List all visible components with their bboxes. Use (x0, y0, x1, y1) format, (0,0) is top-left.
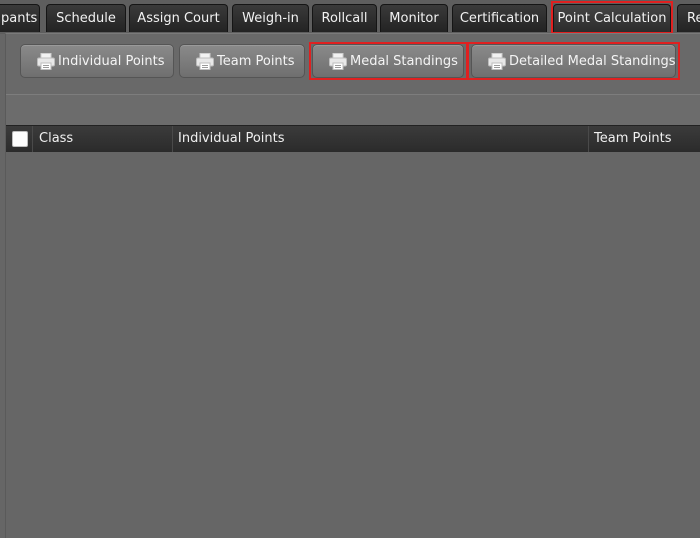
button-label: Medal Standings (350, 54, 458, 69)
tab-label: pants (1, 11, 38, 26)
column-label: Class (39, 131, 74, 146)
printer-icon (196, 53, 214, 70)
tab-assign-court[interactable]: Assign Court (129, 4, 228, 32)
app-frame: pants Schedule Assign Court Weigh-in Rol… (0, 0, 700, 538)
tab-label: Schedule (56, 11, 116, 26)
tab-participants[interactable]: pants (0, 4, 40, 32)
column-header-class[interactable]: Class (32, 126, 172, 152)
tab-label: Certification (459, 11, 540, 26)
tab-label: Point Calculation (557, 11, 667, 26)
tab-label: Re (687, 11, 700, 26)
detailed-medal-standings-button[interactable]: Detailed Medal Standings (471, 44, 676, 78)
tab-label: Assign Court (137, 11, 220, 26)
column-header-individual-points[interactable]: Individual Points (172, 126, 588, 152)
team-points-button[interactable]: Team Points (179, 44, 305, 78)
tab-certification[interactable]: Certification (452, 4, 547, 32)
tab-weigh-in[interactable]: Weigh-in (232, 4, 309, 32)
filter-bar (6, 94, 700, 127)
button-label: Detailed Medal Standings (509, 54, 676, 69)
tab-point-calculation[interactable]: Point Calculation (553, 4, 671, 32)
printer-icon (329, 53, 347, 70)
column-label: Team Points (594, 131, 672, 146)
column-header-team-points[interactable]: Team Points (588, 126, 700, 152)
point-calculation-panel: Individual Points Team Points Medal Stan… (5, 33, 700, 538)
grid-body (6, 152, 700, 538)
tab-label: Weigh-in (242, 11, 299, 26)
column-label: Individual Points (178, 131, 285, 146)
tab-rollcall[interactable]: Rollcall (312, 4, 377, 32)
button-label: Individual Points (58, 54, 165, 69)
tab-schedule[interactable]: Schedule (46, 4, 126, 32)
select-all-cell (6, 126, 32, 152)
tab-monitor[interactable]: Monitor (380, 4, 448, 32)
button-label: Team Points (217, 54, 295, 69)
tab-label: Rollcall (321, 11, 368, 26)
grid-header: Class Individual Points Team Points (6, 125, 700, 153)
select-all-checkbox[interactable] (12, 131, 28, 147)
medal-standings-button[interactable]: Medal Standings (312, 44, 464, 78)
printer-icon (37, 53, 55, 70)
printer-icon (488, 53, 506, 70)
tab-strip: pants Schedule Assign Court Weigh-in Rol… (0, 0, 700, 34)
tab-label: Monitor (389, 11, 439, 26)
tab-re[interactable]: Re (677, 4, 700, 32)
individual-points-button[interactable]: Individual Points (20, 44, 174, 78)
